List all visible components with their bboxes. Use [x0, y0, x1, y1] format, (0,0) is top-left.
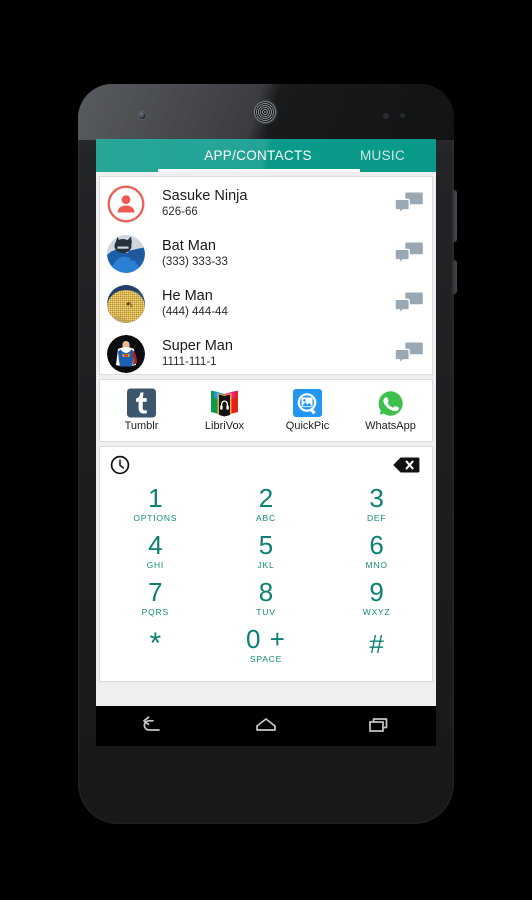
dial-key-2[interactable]: 2 ABC — [211, 482, 322, 529]
tab-bar: APP/CONTACTS MUSIC — [96, 139, 436, 172]
power-button[interactable] — [452, 260, 457, 294]
dialpad-toolbar — [100, 447, 432, 482]
message-icon[interactable] — [394, 241, 424, 267]
dial-key-digit: 2 — [258, 483, 274, 513]
proximity-sensor-icon — [383, 113, 389, 119]
contact-row[interactable]: He Man (444) 444-44 — [100, 279, 432, 329]
back-arrow-icon[interactable] — [136, 714, 170, 738]
dial-key-digit: # — [369, 629, 384, 659]
dialpad-keys: 1 OPTIONS 2 ABC 3 DEF 4 GHI 5 JKL 6 MNO … — [100, 482, 432, 670]
dial-key-5[interactable]: 5 JKL — [211, 529, 322, 576]
message-icon[interactable] — [394, 191, 424, 217]
dial-key-6[interactable]: 6 MNO — [321, 529, 432, 576]
light-sensor-icon — [400, 113, 405, 118]
dial-key-digit: 8 — [258, 577, 274, 607]
dial-key-digit: * — [149, 627, 162, 660]
screenshot-root: APP/CONTACTS MUSIC Sasuke Ninja 626-66 B… — [0, 0, 532, 900]
app-label: WhatsApp — [365, 420, 416, 432]
dial-key-digit: 6 — [369, 530, 384, 560]
dial-key-sub: TUV — [256, 607, 276, 617]
dial-key-digit: 5 — [258, 530, 274, 560]
contact-name: Sasuke Ninja — [162, 188, 248, 204]
heman-photo-avatar[interactable] — [107, 285, 145, 323]
dial-key-sub: GHI — [146, 560, 165, 570]
message-icon[interactable] — [394, 291, 424, 317]
android-navigation-bar — [96, 706, 436, 746]
dial-key-8[interactable]: 8 TUV — [211, 576, 322, 623]
dial-key-3[interactable]: 3 DEF — [321, 482, 432, 529]
dial-key-hash[interactable]: # — [321, 623, 432, 670]
backspace-icon[interactable] — [392, 455, 420, 475]
home-icon[interactable] — [249, 714, 283, 738]
contact-text: Bat Man (333) 333-33 — [145, 238, 394, 270]
dial-key-1[interactable]: 1 OPTIONS — [100, 482, 211, 529]
whatsapp-icon — [375, 388, 406, 419]
dial-key-9[interactable]: 9 WXYZ — [321, 576, 432, 623]
contact-row[interactable]: Super Man 1111-111-1 — [100, 329, 432, 379]
contact-number: (333) 333-33 — [162, 256, 228, 268]
dial-key-sub: OPTIONS — [133, 513, 178, 523]
dial-key-sub: WXYZ — [362, 607, 391, 617]
clock-icon[interactable] — [110, 455, 130, 475]
app-item-librivox[interactable]: LibriVox — [183, 388, 266, 433]
dial-key-digit: 7 — [148, 577, 163, 607]
dial-key-sub: PQRS — [141, 607, 169, 617]
dial-key-digit: 3 — [369, 483, 384, 513]
app-label: LibriVox — [204, 420, 245, 432]
app-label: Tumblr — [124, 420, 159, 432]
dial-key-digit: 4 — [148, 530, 163, 560]
tab-app-contacts[interactable]: APP/CONTACTS — [158, 148, 358, 163]
tab-music[interactable]: MUSIC — [358, 148, 436, 163]
dial-key-digit: 1 — [148, 483, 163, 513]
app-item-tumblr[interactable]: Tumblr — [100, 388, 183, 433]
contact-number: 626-66 — [162, 206, 198, 218]
tab-active-indicator — [158, 169, 360, 172]
dial-key-4[interactable]: 4 GHI — [100, 529, 211, 576]
contact-text: Super Man 1111-111-1 — [145, 338, 394, 370]
dial-key-sub: MNO — [365, 560, 388, 570]
message-icon[interactable] — [394, 341, 424, 367]
dial-key-digit: 9 — [369, 577, 384, 607]
contact-name: Super Man — [162, 338, 233, 354]
contacts-card: Sasuke Ninja 626-66 Bat Man (333) 333-33… — [99, 176, 433, 375]
dial-key-sub: SPACE — [249, 654, 283, 664]
dial-key-star[interactable]: * — [100, 623, 211, 670]
dial-key-digit: 0 + — [246, 624, 286, 654]
volume-button[interactable] — [452, 190, 457, 242]
dial-key-0[interactable]: 0 + SPACE — [211, 623, 322, 670]
contact-number: (444) 444-44 — [162, 306, 228, 318]
front-camera-icon — [139, 112, 146, 119]
earpiece-speaker-icon — [254, 101, 276, 123]
contact-name: Bat Man — [162, 238, 216, 254]
tumblr-icon — [126, 388, 157, 419]
apps-card: Tumblr LibriVox QuickPic WhatsApp — [99, 379, 433, 442]
app-item-quickpic[interactable]: QuickPic — [266, 388, 349, 433]
phone-screen: APP/CONTACTS MUSIC Sasuke Ninja 626-66 B… — [96, 139, 436, 706]
contact-row[interactable]: Bat Man (333) 333-33 — [100, 229, 432, 279]
contact-name: He Man — [162, 288, 213, 304]
default-person-avatar[interactable] — [107, 185, 145, 223]
quickpic-icon — [292, 388, 323, 419]
librivox-icon — [209, 388, 240, 419]
superman-photo-avatar[interactable] — [107, 335, 145, 373]
app-label: QuickPic — [285, 420, 330, 432]
dial-key-sub: DEF — [366, 513, 387, 523]
contact-row[interactable]: Sasuke Ninja 626-66 — [100, 179, 432, 229]
contact-text: Sasuke Ninja 626-66 — [145, 188, 394, 220]
dial-key-7[interactable]: 7 PQRS — [100, 576, 211, 623]
dialpad-card: 1 OPTIONS 2 ABC 3 DEF 4 GHI 5 JKL 6 MNO … — [99, 446, 433, 682]
contact-text: He Man (444) 444-44 — [145, 288, 394, 320]
contact-number: 1111-111-1 — [162, 356, 217, 368]
recents-icon[interactable] — [362, 714, 396, 738]
dial-key-sub: ABC — [256, 513, 276, 523]
app-item-whatsapp[interactable]: WhatsApp — [349, 388, 432, 433]
dial-key-sub: JKL — [257, 560, 275, 570]
batman-photo-avatar[interactable] — [107, 235, 145, 273]
